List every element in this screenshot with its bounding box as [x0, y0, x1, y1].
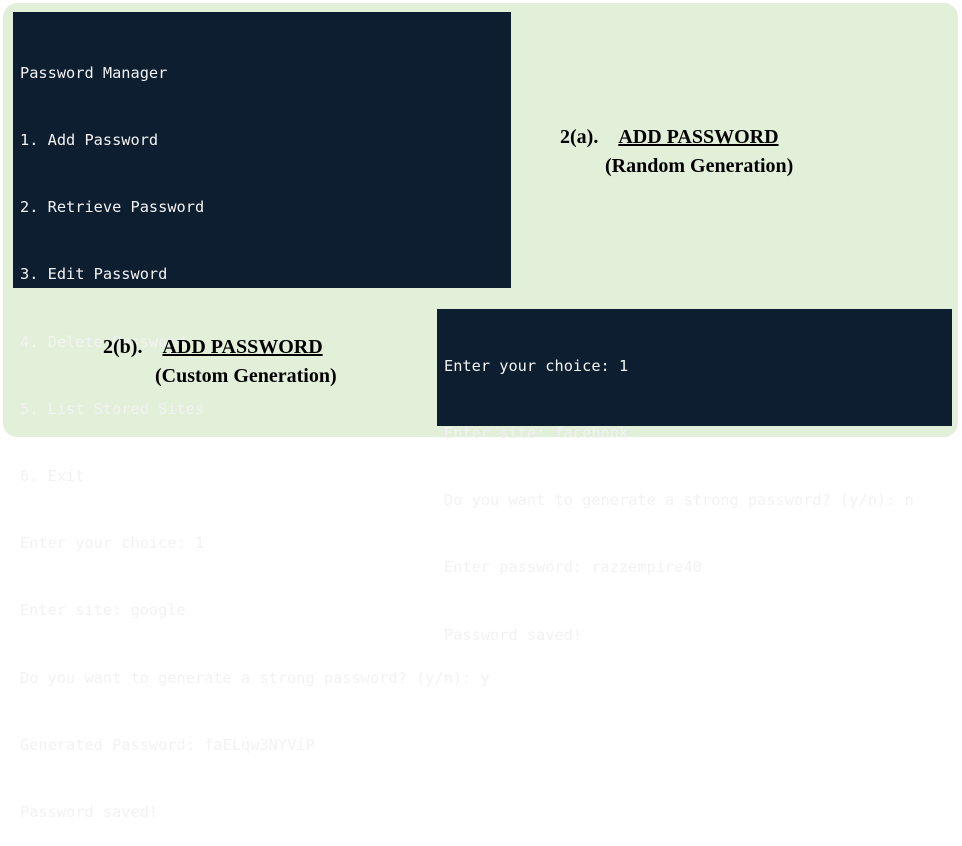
- terminal-line: Enter password: razzempire40: [444, 558, 702, 577]
- terminal-line: Enter site: facebook: [444, 424, 629, 443]
- terminal-line: Password saved!: [444, 625, 583, 644]
- caption-number: 2(b).: [103, 336, 143, 358]
- terminal-line: 2. Retrieve Password: [20, 198, 205, 217]
- terminal-line: Generated Password: faELqw3NYViP: [20, 735, 315, 754]
- terminal-line: 1. Add Password: [20, 131, 159, 150]
- terminal-line: 6. Exit: [20, 467, 85, 486]
- caption-heading-custom: 2(b). ADD PASSWORD: [103, 336, 323, 359]
- caption-number: 2(a).: [560, 126, 599, 148]
- terminal-line: Password Manager: [20, 63, 168, 82]
- terminal-output-random: Password Manager 1. Add Password 2. Retr…: [13, 12, 511, 821]
- caption-heading-random: 2(a). ADD PASSWORD: [560, 126, 779, 149]
- terminal-line: Do you want to generate a strong passwor…: [444, 491, 914, 510]
- terminal-line: Password saved!: [20, 803, 159, 822]
- caption-title: ADD PASSWORD: [162, 336, 323, 358]
- caption-subtitle-random: (Random Generation): [605, 155, 794, 177]
- caption-title: ADD PASSWORD: [618, 126, 779, 148]
- terminal-line: 3. Edit Password: [20, 265, 168, 284]
- terminal-line: Do you want to generate a strong passwor…: [20, 668, 490, 687]
- terminal-line: Enter your choice: 1: [20, 534, 205, 553]
- caption-subtitle-custom: (Custom Generation): [155, 365, 337, 387]
- terminal-line: Enter site: google: [20, 601, 186, 620]
- terminal-line: Enter your choice: 1: [444, 356, 629, 375]
- terminal-output-custom: Enter your choice: 1 Enter site: faceboo…: [437, 309, 952, 644]
